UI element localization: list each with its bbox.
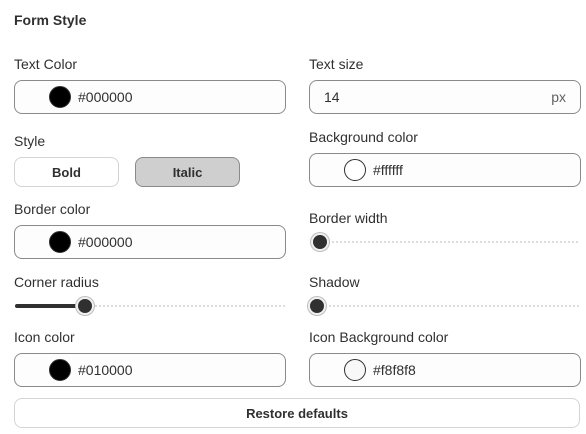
corner-radius-label: Corner radius <box>14 274 99 290</box>
shadow-thumb[interactable] <box>308 297 326 315</box>
corner-radius-fill <box>15 304 85 308</box>
icon-background-color-label: Icon Background color <box>309 329 449 345</box>
shadow-label: Shadow <box>309 274 360 290</box>
text-color-swatch[interactable] <box>49 86 71 108</box>
border-color-value: #000000 <box>78 234 133 250</box>
icon-color-value: #010000 <box>78 362 133 378</box>
icon-background-color-swatch[interactable] <box>344 359 366 381</box>
shadow-track[interactable] <box>317 305 580 307</box>
border-color-swatch[interactable] <box>49 231 71 253</box>
text-color-value: #000000 <box>78 89 133 105</box>
background-color-field[interactable]: #ffffff <box>309 153 581 187</box>
background-color-value: #ffffff <box>373 162 403 178</box>
text-size-value: 14 <box>324 89 340 105</box>
corner-radius-slider[interactable] <box>15 297 286 315</box>
icon-color-field[interactable]: #010000 <box>14 353 286 387</box>
text-size-unit: px <box>551 89 566 105</box>
shadow-slider[interactable] <box>308 297 580 315</box>
text-color-field[interactable]: #000000 <box>14 80 286 114</box>
icon-color-label: Icon color <box>14 329 75 345</box>
form-style-title: Form Style <box>14 12 87 28</box>
background-color-swatch[interactable] <box>344 159 366 181</box>
italic-button[interactable]: Italic <box>135 157 240 187</box>
text-color-label: Text Color <box>14 56 78 72</box>
border-color-field[interactable]: #000000 <box>14 225 286 259</box>
border-width-slider[interactable] <box>311 233 580 251</box>
border-color-label: Border color <box>14 201 91 217</box>
text-size-input[interactable]: 14 px <box>309 80 581 114</box>
restore-defaults-button[interactable]: Restore defaults <box>14 398 580 428</box>
bold-button[interactable]: Bold <box>14 157 119 187</box>
text-size-label: Text size <box>309 56 364 72</box>
border-width-track[interactable] <box>320 241 580 243</box>
border-width-label: Border width <box>309 210 388 226</box>
background-color-label: Background color <box>309 129 418 145</box>
corner-radius-thumb[interactable] <box>76 297 94 315</box>
icon-color-swatch[interactable] <box>49 359 71 381</box>
icon-background-color-value: #f8f8f8 <box>373 362 416 378</box>
icon-background-color-field[interactable]: #f8f8f8 <box>309 353 581 387</box>
border-width-thumb[interactable] <box>311 233 329 251</box>
style-label: Style <box>14 133 46 149</box>
